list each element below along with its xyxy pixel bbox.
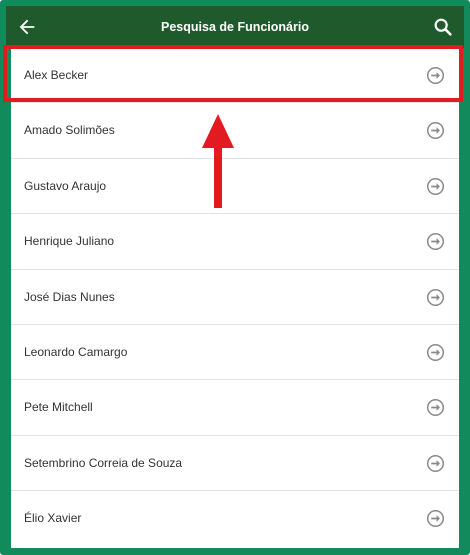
arrow-right-circle-icon[interactable]: [426, 288, 445, 307]
arrow-right-circle-icon[interactable]: [426, 232, 445, 251]
employee-name: Leonardo Camargo: [24, 344, 128, 359]
arrow-right-circle-icon[interactable]: [426, 343, 445, 362]
list-item[interactable]: Alex Becker: [11, 48, 459, 104]
employee-list: Alex Becker Amado Solimões Gustavo Arauj…: [11, 48, 459, 548]
arrow-right-circle-icon[interactable]: [426, 454, 445, 473]
employee-name: Henrique Juliano: [24, 234, 115, 249]
employee-name: Setembrino Correia de Souza: [24, 455, 183, 470]
list-item[interactable]: Pete Mitchell: [11, 380, 459, 436]
list-item[interactable]: José Dias Nunes: [11, 270, 459, 325]
top-bar: Pesquisa de Funcionário: [6, 6, 464, 48]
employee-name: Pete Mitchell: [24, 400, 93, 415]
arrow-right-circle-icon[interactable]: [426, 121, 445, 140]
employee-name: Gustavo Araujo: [24, 178, 107, 193]
arrow-right-circle-icon[interactable]: [426, 66, 445, 85]
list-item[interactable]: Henrique Juliano: [11, 214, 459, 270]
list-item[interactable]: Élio Xavier: [11, 491, 459, 546]
employee-name: Amado Solimões: [24, 123, 115, 138]
arrow-right-circle-icon[interactable]: [426, 177, 445, 196]
search-icon[interactable]: [432, 16, 454, 38]
list-item[interactable]: Leonardo Camargo: [11, 325, 459, 381]
employee-name: Alex Becker: [24, 68, 89, 82]
page-title: Pesquisa de Funcionário: [161, 20, 309, 34]
employee-name: Élio Xavier: [24, 511, 82, 526]
list-item[interactable]: Gustavo Araujo: [11, 159, 459, 215]
list-item[interactable]: Setembrino Correia de Souza: [11, 436, 459, 492]
arrow-right-circle-icon[interactable]: [426, 398, 445, 417]
employee-name: José Dias Nunes: [24, 289, 115, 304]
list-item[interactable]: Amado Solimões: [11, 103, 459, 159]
arrow-right-circle-icon[interactable]: [426, 509, 445, 528]
